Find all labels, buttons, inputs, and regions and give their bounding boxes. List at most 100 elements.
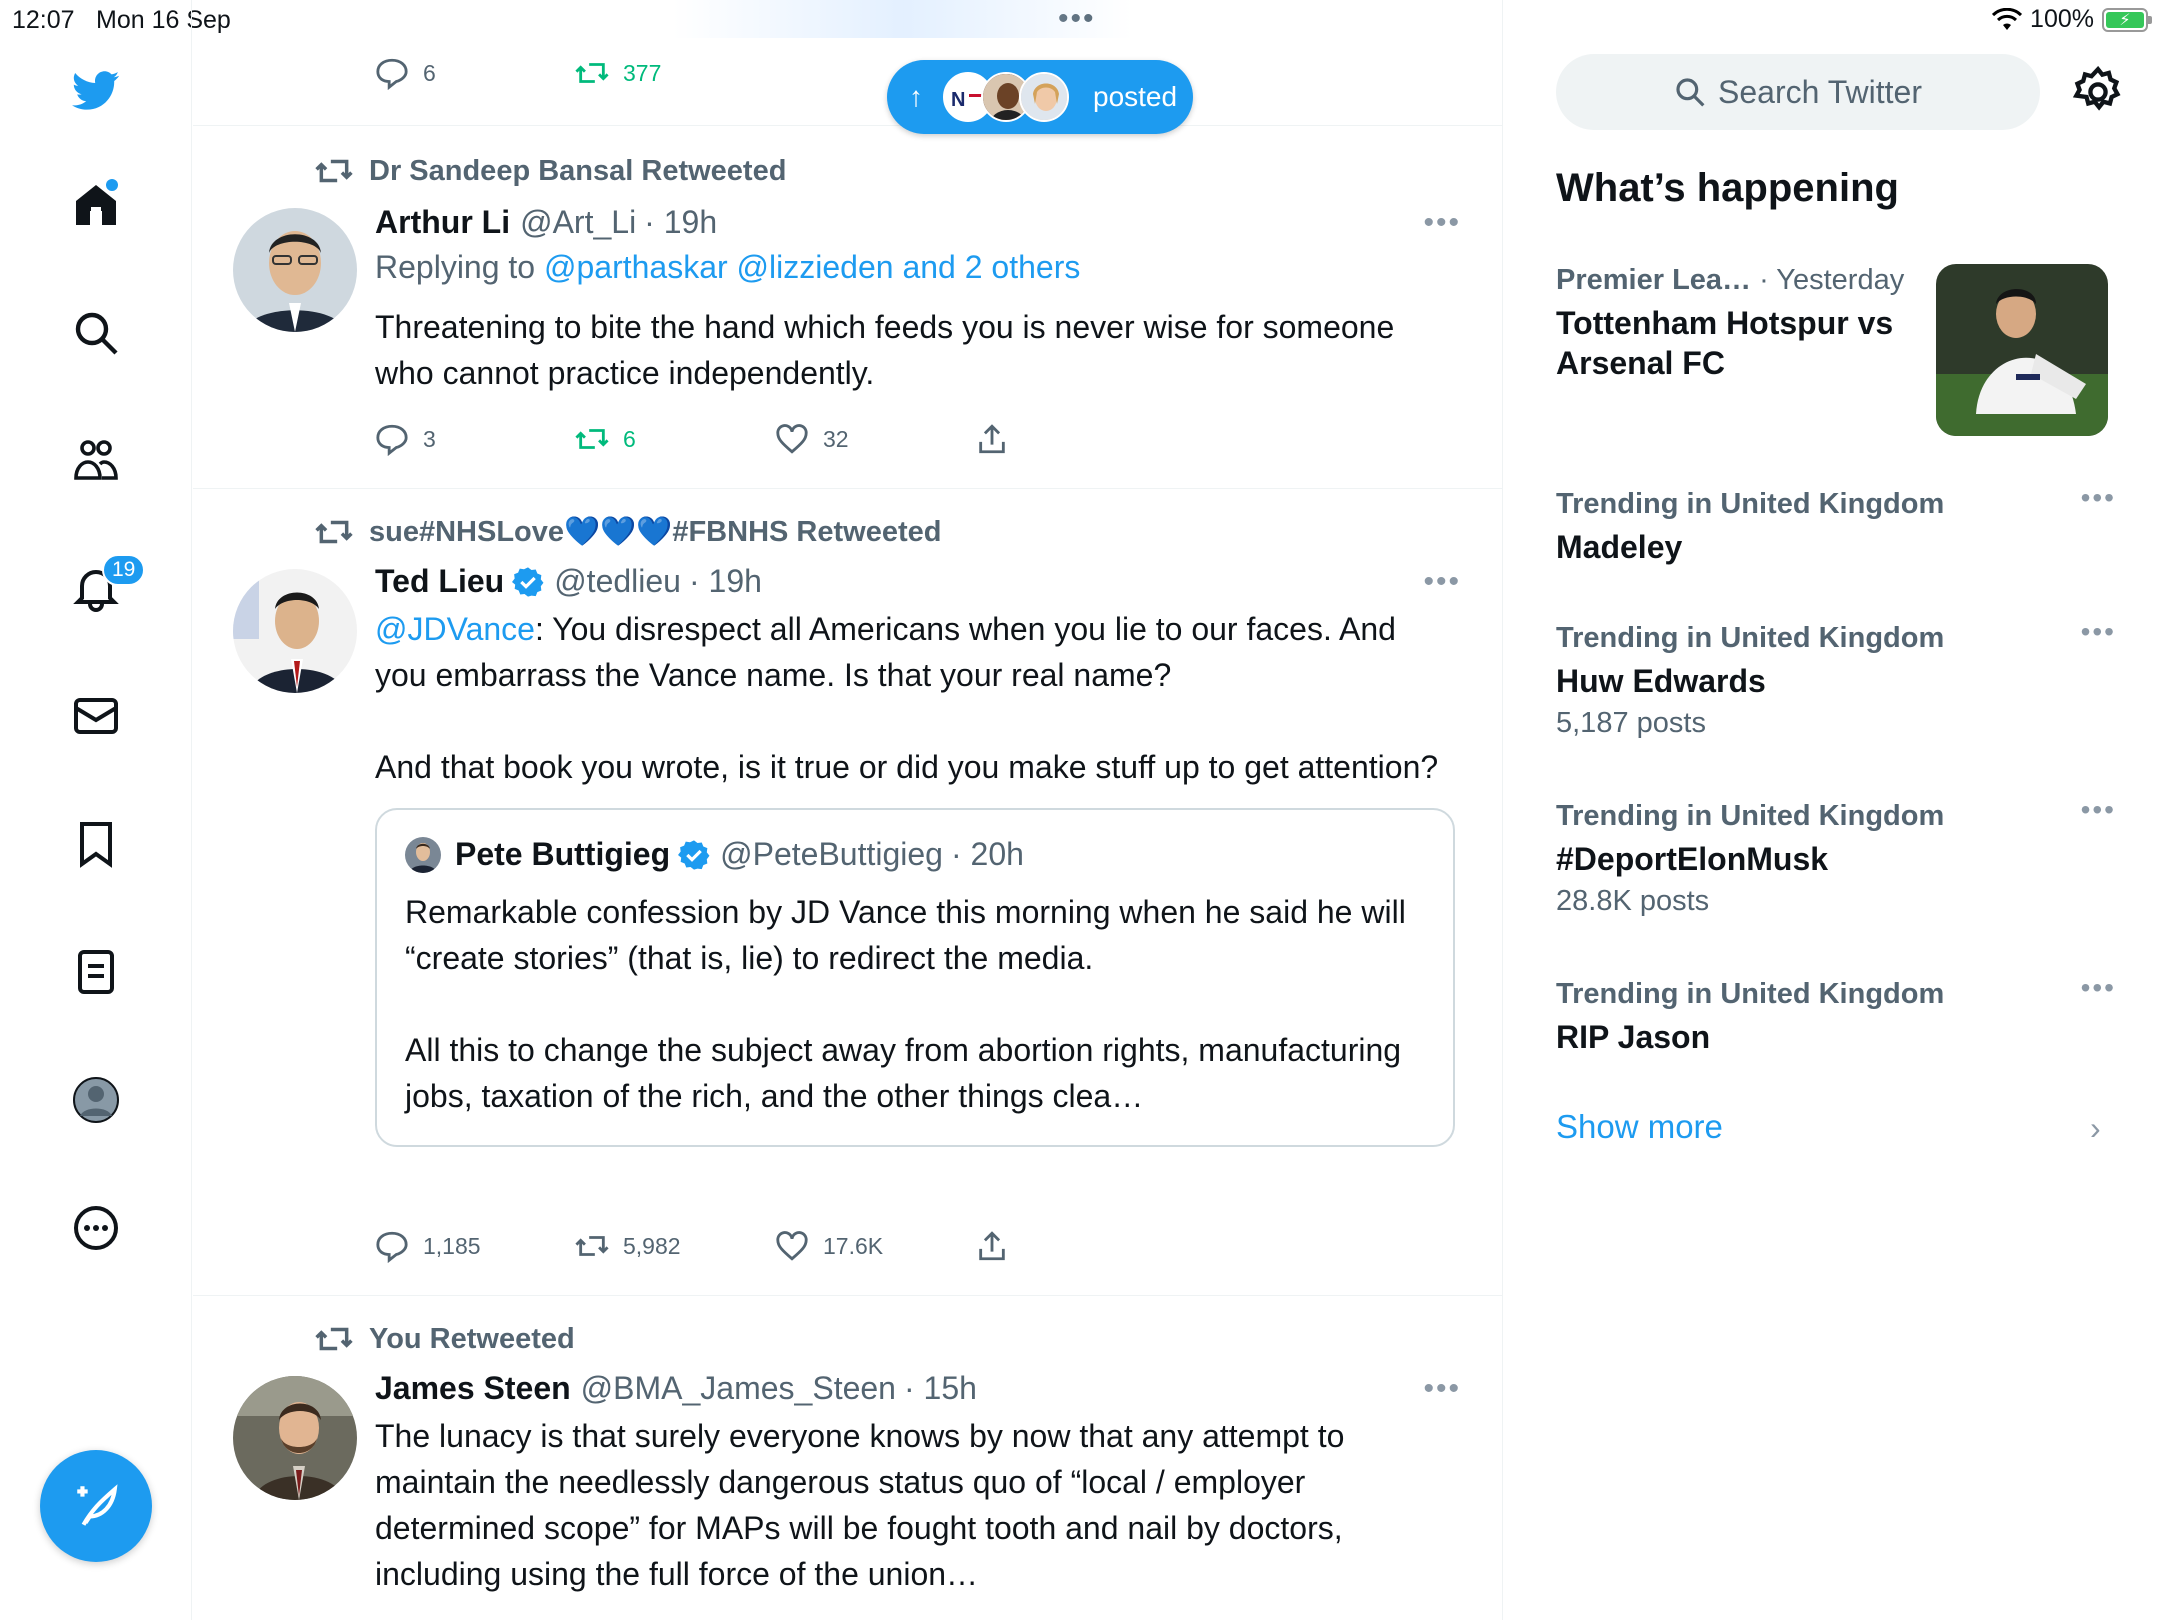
reply-button[interactable]: 1,185	[375, 1229, 575, 1263]
share-button[interactable]	[975, 1229, 1175, 1263]
mention-link[interactable]: @JDVance	[375, 611, 535, 647]
more-options-icon[interactable]: •••	[1423, 565, 1461, 599]
compose-tweet-button[interactable]	[40, 1450, 152, 1562]
trend-count: 28.8K posts	[1556, 885, 1710, 917]
new-posts-label: posted	[1093, 81, 1178, 112]
search-placeholder: Search Twitter	[1718, 73, 1922, 110]
left-nav: 19	[0, 0, 192, 1620]
notifications-badge: 19	[102, 554, 146, 586]
more-options-icon[interactable]: •••	[2081, 482, 2116, 514]
avatar	[1019, 72, 1069, 122]
share-icon	[979, 1231, 1005, 1261]
svg-text:N: N	[951, 89, 965, 111]
right-sidebar: Search Twitter What’s happening Premier …	[1504, 0, 2160, 1620]
chevron-right-icon[interactable]: ›	[2090, 1110, 2101, 1147]
reply-icon	[376, 1231, 408, 1263]
author-name[interactable]: Arthur Li	[375, 204, 510, 241]
trend-item[interactable]: Trending in United Kingdom Huw Edwards 5…	[1556, 616, 2116, 740]
trend-name: #DeportElonMusk	[1556, 841, 1829, 877]
author-handle[interactable]: @tedlieu	[554, 563, 681, 600]
tweet[interactable]: You Retweeted James Steen @BMA_James_Ste…	[193, 1296, 1502, 1620]
settings-gear-icon[interactable]	[2072, 66, 2124, 118]
trend-item[interactable]: Trending in United Kingdom Madeley •••	[1556, 482, 2116, 567]
trend-name: RIP Jason	[1556, 1019, 1711, 1055]
tweet-text: @JDVance: You disrespect all Americans w…	[375, 611, 1396, 693]
reply-icon	[376, 424, 408, 456]
retweet-icon	[315, 159, 353, 183]
quoted-tweet-text: Remarkable confession by JD Vance this m…	[405, 894, 1406, 976]
trend-item[interactable]: Trending in United Kingdom RIP Jason •••	[1556, 972, 2116, 1057]
retweet-attribution: sue#NHSLove💙💙💙#FBNHS Retweeted	[315, 513, 941, 551]
whats-happening-heading: What’s happening	[1556, 166, 1899, 210]
profile-avatar-icon[interactable]	[66, 1070, 126, 1130]
quoted-author-handle: @PeteButtigieg	[720, 836, 943, 872]
retweet-button[interactable]: 6	[575, 422, 775, 456]
home-unread-dot	[106, 179, 118, 191]
tweet-partial[interactable]: 6 377	[193, 0, 1502, 126]
featured-trend[interactable]: Premier Lea… · Yesterday Tottenham Hotsp…	[1556, 264, 2116, 436]
author-handle[interactable]: @Art_Li	[520, 204, 636, 241]
new-posts-pill[interactable]: ↑ N posted	[887, 60, 1193, 134]
avatar[interactable]	[233, 208, 357, 332]
show-more-link[interactable]: Show more	[1556, 1108, 1723, 1146]
quoted-tweet-text: All this to change the subject away from…	[405, 1032, 1402, 1114]
retweet-icon	[575, 63, 609, 83]
tweet[interactable]: sue#NHSLove💙💙💙#FBNHS Retweeted Ted Lieu …	[193, 489, 1502, 1296]
retweet-icon	[575, 1236, 609, 1256]
arrow-up-icon: ↑	[909, 81, 923, 112]
quoted-author-name: Pete Buttigieg	[455, 836, 671, 872]
share-button[interactable]	[975, 422, 1175, 456]
trend-name: Madeley	[1556, 529, 1683, 565]
reply-button[interactable]: 3	[375, 422, 575, 456]
more-options-icon[interactable]: •••	[1423, 1372, 1461, 1406]
more-options-icon[interactable]: •••	[1423, 206, 1461, 240]
author-name[interactable]: Ted Lieu	[375, 563, 504, 600]
retweet-icon	[315, 520, 353, 544]
more-options-icon[interactable]	[66, 1198, 126, 1258]
trend-count: 5,187 posts	[1556, 707, 1706, 739]
like-button[interactable]: 32	[775, 422, 975, 456]
search-input[interactable]: Search Twitter	[1556, 54, 2040, 130]
home-icon[interactable]	[66, 175, 126, 235]
notifications-icon[interactable]: 19	[66, 554, 146, 618]
like-button[interactable]: 17.6K	[775, 1229, 975, 1263]
tweet-text: The lunacy is that surely everyone knows…	[375, 1418, 1345, 1592]
bookmarks-icon[interactable]	[66, 814, 126, 874]
retweet-attribution: You Retweeted	[315, 1320, 575, 1358]
tweet-text: And that book you wrote, is it true or d…	[375, 749, 1439, 785]
author-name[interactable]: James Steen	[375, 1370, 571, 1407]
retweet-button[interactable]: 377	[575, 56, 775, 90]
communities-icon[interactable]	[66, 430, 126, 490]
more-options-icon[interactable]: •••	[2081, 972, 2116, 1004]
heart-icon	[776, 1231, 808, 1261]
reply-mentions-link[interactable]: @parthaskar @lizzieden and 2 others	[544, 249, 1080, 285]
tweet-time[interactable]: · 15h	[904, 1370, 977, 1407]
retweet-icon	[575, 429, 609, 449]
replying-to: Replying to @parthaskar @lizzieden and 2…	[375, 249, 1081, 285]
twitter-logo-icon[interactable]	[66, 60, 126, 120]
retweet-icon	[315, 1327, 353, 1351]
author-handle[interactable]: @BMA_James_Steen	[581, 1370, 896, 1407]
more-options-icon[interactable]: •••	[2081, 616, 2116, 648]
reply-button[interactable]: 6	[375, 56, 575, 90]
verified-badge-icon	[512, 566, 544, 597]
featured-title: Tottenham Hotspur vs Arsenal FC	[1556, 305, 1894, 381]
search-icon[interactable]	[66, 303, 126, 363]
trend-item[interactable]: Trending in United Kingdom #DeportElonMu…	[1556, 794, 2116, 918]
tweet-text: Threatening to bite the hand which feeds…	[375, 309, 1395, 391]
messages-icon[interactable]	[66, 686, 126, 746]
avatar[interactable]	[233, 1376, 357, 1500]
avatar[interactable]	[233, 569, 357, 693]
retweet-attribution: Dr Sandeep Bansal Retweeted	[315, 152, 786, 190]
more-options-icon[interactable]: •••	[2081, 794, 2116, 826]
quoted-tweet[interactable]: Pete Buttigieg @PeteButtigieg · 20h Rema…	[375, 808, 1455, 1147]
retweet-button[interactable]: 5,982	[575, 1229, 775, 1263]
verified-badge-icon	[678, 839, 710, 870]
tweet-time[interactable]: · 19h	[689, 563, 762, 600]
lists-icon[interactable]	[66, 942, 126, 1002]
tweet-time[interactable]: · 19h	[644, 204, 717, 241]
tweet[interactable]: Dr Sandeep Bansal Retweeted Arthur Li @A…	[193, 126, 1502, 489]
compose-feather-icon	[77, 1484, 118, 1526]
timeline: 6 377 ↑ N posted Dr Sandeep Bansal Retwe…	[193, 0, 1503, 1620]
trend-name: Huw Edwards	[1556, 663, 1766, 699]
